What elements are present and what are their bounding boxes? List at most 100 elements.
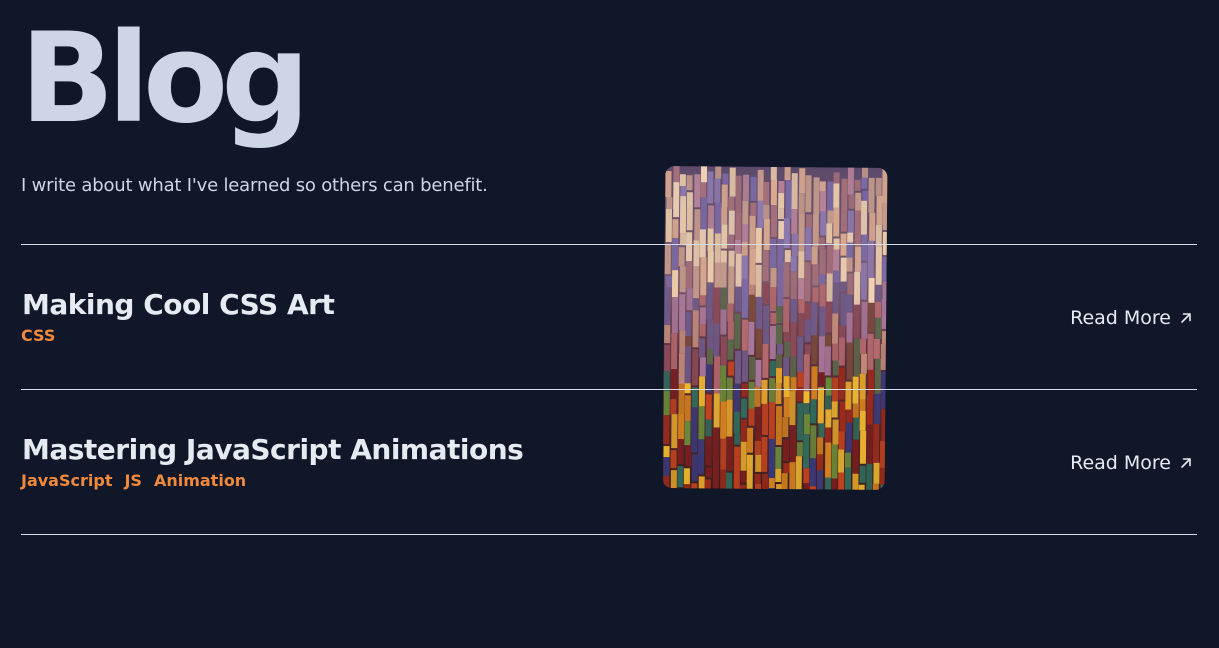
art-strip xyxy=(721,207,728,225)
art-strip xyxy=(729,167,736,197)
art-strip xyxy=(686,192,693,231)
art-strip xyxy=(757,200,764,228)
arrow-up-right-icon xyxy=(1181,458,1191,468)
art-strip xyxy=(735,212,742,240)
art-strip xyxy=(700,182,707,198)
art-strip xyxy=(827,210,834,224)
post-item-css-art[interactable]: Making Cool CSS Art CSS Read More xyxy=(21,245,1197,389)
art-strip xyxy=(854,210,862,247)
art-strip xyxy=(847,210,854,233)
art-strip xyxy=(778,193,785,209)
art-strip xyxy=(869,212,876,241)
art-strip xyxy=(861,166,869,178)
art-strip xyxy=(742,224,749,242)
art-strip xyxy=(722,173,729,185)
art-strip xyxy=(665,171,672,198)
post-item-js-animations[interactable]: Mastering JavaScript Animations JavaScri… xyxy=(21,390,1197,534)
tag-animation[interactable]: Animation xyxy=(154,471,246,491)
art-strip xyxy=(700,197,707,230)
art-strip xyxy=(763,181,770,205)
art-strip xyxy=(819,181,826,192)
art-strip xyxy=(860,200,868,235)
art-strip xyxy=(694,209,701,241)
art-strip xyxy=(827,181,834,211)
art-strip xyxy=(742,200,749,225)
art-strip xyxy=(721,184,728,208)
art-strip xyxy=(791,209,798,235)
art-strip xyxy=(777,208,785,220)
art-strip xyxy=(882,202,888,230)
art-strip xyxy=(833,207,840,237)
art-strip xyxy=(666,197,673,210)
art-strip xyxy=(812,214,819,247)
art-strip xyxy=(680,186,687,197)
art-strip xyxy=(805,175,812,213)
art-strip xyxy=(679,174,686,187)
art-strip xyxy=(728,196,735,211)
art-strip xyxy=(694,174,701,208)
art-strip xyxy=(855,192,862,211)
art-strip xyxy=(714,202,722,234)
art-strip xyxy=(785,180,792,219)
tag-javascript[interactable]: JavaScript xyxy=(21,471,112,491)
art-strip xyxy=(770,204,778,238)
art-strip xyxy=(820,211,827,236)
read-more-label: Read More xyxy=(1070,307,1171,329)
art-strip xyxy=(841,178,848,213)
art-strip xyxy=(750,202,757,216)
art-strip xyxy=(770,166,777,181)
art-strip xyxy=(665,209,673,243)
art-strip xyxy=(826,223,833,244)
art-strip xyxy=(833,183,840,208)
art-strip xyxy=(735,175,742,213)
page-title: Blog xyxy=(20,7,310,151)
art-strip xyxy=(791,173,798,210)
art-strip xyxy=(868,177,875,213)
art-strip xyxy=(876,195,883,225)
art-strip xyxy=(784,166,791,181)
read-more-link[interactable]: Read More xyxy=(1070,306,1193,330)
art-strip xyxy=(707,171,714,204)
read-more-label: Read More xyxy=(1070,452,1171,474)
art-strip xyxy=(847,166,855,195)
art-strip xyxy=(757,169,764,201)
art-strip xyxy=(700,166,708,183)
art-strip xyxy=(679,196,687,234)
art-strip xyxy=(707,205,715,229)
art-strip xyxy=(847,232,854,243)
art-strip xyxy=(715,166,722,179)
art-strip xyxy=(714,178,721,203)
art-strip xyxy=(686,175,693,191)
art-strip xyxy=(813,177,820,215)
art-strip xyxy=(672,219,679,239)
art-strip xyxy=(861,177,868,189)
page-subtitle: I write about what I've learned so other… xyxy=(21,175,488,196)
art-strip xyxy=(882,167,888,203)
post-title[interactable]: Mastering JavaScript Animations xyxy=(22,433,524,467)
arrow-up-right-icon xyxy=(1181,313,1191,323)
art-strip xyxy=(673,166,680,183)
art-strip xyxy=(833,172,840,184)
art-strip xyxy=(848,194,855,209)
art-strip xyxy=(673,182,680,218)
art-strip xyxy=(819,191,827,212)
tag-js[interactable]: JS xyxy=(124,471,141,491)
post-tags: JavaScript JS Animation xyxy=(21,471,246,491)
divider xyxy=(21,534,1197,535)
art-strip xyxy=(799,168,806,194)
art-strip xyxy=(798,193,805,214)
art-strip xyxy=(742,174,750,201)
art-strip xyxy=(778,221,785,240)
post-tags: CSS xyxy=(21,326,55,346)
tag-css[interactable]: CSS xyxy=(21,326,55,346)
art-strip xyxy=(840,212,848,232)
art-strip xyxy=(854,179,861,191)
post-title[interactable]: Making Cool CSS Art xyxy=(22,288,335,322)
read-more-link[interactable]: Read More xyxy=(1070,451,1193,475)
art-strip xyxy=(750,176,757,201)
art-strip xyxy=(763,204,770,219)
art-strip xyxy=(805,214,813,228)
art-strip xyxy=(875,177,882,196)
art-strip xyxy=(778,181,785,194)
art-strip xyxy=(770,179,778,206)
